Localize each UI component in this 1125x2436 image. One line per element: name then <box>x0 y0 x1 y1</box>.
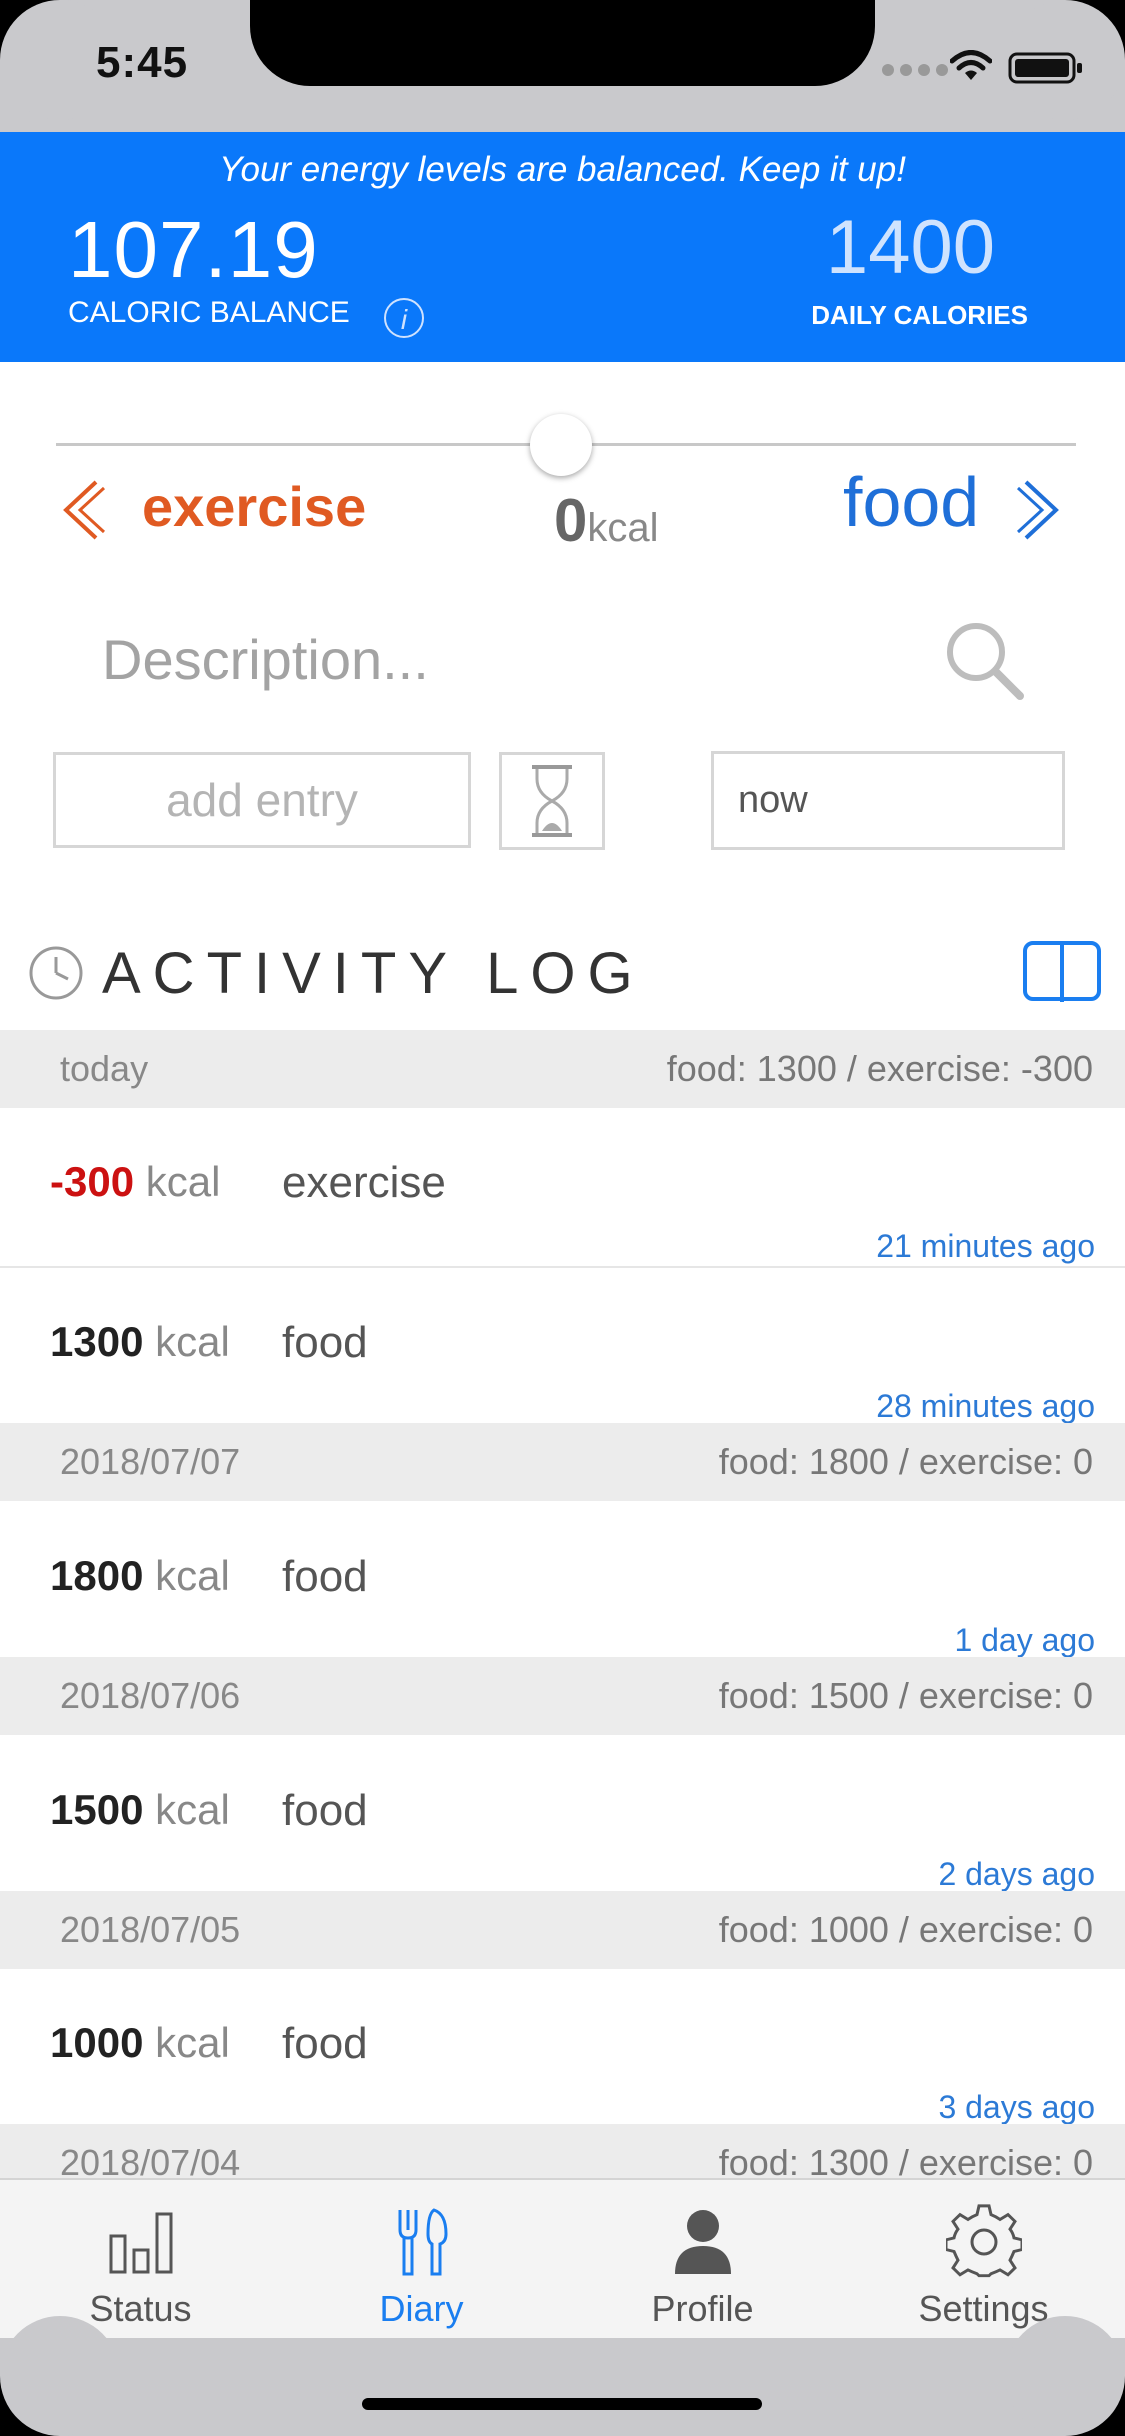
entry-unit: kcal <box>155 1786 230 1833</box>
entry-time-ago: 2 days ago <box>938 1856 1095 1892</box>
entry-unit: kcal <box>155 1552 230 1599</box>
log-entry[interactable]: 1500 kcal food 2 days ago <box>0 1738 1125 1896</box>
description-input[interactable] <box>100 618 824 700</box>
add-entry-button[interactable]: add entry <box>53 752 471 848</box>
entry-category: exercise <box>282 1158 446 1207</box>
tab-profile[interactable]: Profile <box>562 2190 843 2330</box>
tab-diary[interactable]: Diary <box>281 2190 562 2330</box>
device-notch <box>250 0 875 86</box>
status-time: 5:45 <box>96 38 189 87</box>
gear-icon <box>945 2204 1022 2278</box>
divider <box>0 1266 1125 1268</box>
entry-category: food <box>282 1786 368 1835</box>
log-entry[interactable]: -300 kcal exercise 21 minutes ago <box>0 1110 1125 1268</box>
entry-unit: kcal <box>155 1318 230 1365</box>
entry-time-ago: 3 days ago <box>938 2089 1095 2125</box>
chevron-right-icon[interactable] <box>1016 478 1064 542</box>
calorie-slider-thumb[interactable] <box>530 414 592 476</box>
caloric-balance-value: 107.19 <box>68 205 319 294</box>
entry-kcal: -300 <box>50 1158 135 1205</box>
food-label[interactable]: food <box>843 462 979 542</box>
screen-corner <box>1005 2316 1125 2436</box>
person-icon <box>674 2210 731 2274</box>
banner-message: Your energy levels are balanced. Keep it… <box>219 150 906 189</box>
info-icon[interactable]: i <box>384 298 424 338</box>
day-date: 2018/07/06 <box>60 1675 241 1716</box>
entry-time-ago: 21 minutes ago <box>876 1228 1095 1264</box>
home-indicator[interactable] <box>362 2398 762 2410</box>
clock-icon <box>29 946 83 1000</box>
tab-settings[interactable]: Settings <box>843 2190 1124 2330</box>
signal-icon <box>882 64 948 76</box>
book-icon[interactable] <box>1022 940 1102 1006</box>
tab-label: Diary <box>379 2288 464 2329</box>
day-summary: food: 1500 / exercise: 0 <box>718 1675 1093 1716</box>
fork-knife-icon <box>398 2208 448 2276</box>
entry-kcal: 1500 <box>50 1786 144 1833</box>
entry-category: food <box>282 1552 368 1601</box>
day-header: 2018/07/05 food: 1000 / exercise: 0 <box>0 1891 1125 1969</box>
energy-banner: Your energy levels are balanced. Keep it… <box>0 132 1125 362</box>
tab-bar: Status Diary Profile Settings <box>0 2178 1125 2340</box>
log-entry[interactable]: 1000 kcal food 3 days ago <box>0 1971 1125 2129</box>
log-entry[interactable]: 1300 kcal food 28 minutes ago <box>0 1270 1125 1428</box>
entry-category: food <box>282 2019 368 2068</box>
screen-corner <box>1005 0 1125 120</box>
day-date: today <box>60 1048 149 1089</box>
day-date: 2018/07/07 <box>60 1441 241 1482</box>
entry-kcal: 1000 <box>50 2019 144 2066</box>
log-entry[interactable]: 1800 kcal food 1 day ago <box>0 1504 1125 1662</box>
tab-label: Profile <box>651 2288 754 2329</box>
day-header: 2018/07/06 food: 1500 / exercise: 0 <box>0 1657 1125 1735</box>
entry-unit: kcal <box>145 1158 221 1205</box>
day-date: 2018/07/05 <box>60 1909 241 1950</box>
activity-log-title: ACTIVITY LOG <box>102 941 645 1006</box>
entry-time-ago: 1 day ago <box>954 1622 1095 1658</box>
day-summary: food: 1000 / exercise: 0 <box>718 1909 1093 1950</box>
day-summary: food: 1300 / exercise: -300 <box>666 1048 1093 1089</box>
bar-chart-icon <box>109 2212 172 2274</box>
tab-status[interactable]: Status <box>0 2190 281 2330</box>
screen-corner <box>0 2316 120 2436</box>
slider-kcal-unit: kcal <box>587 506 659 550</box>
daily-calories-label: DAILY CALORIES <box>811 300 1028 330</box>
slider-kcal-value: 0 <box>554 487 588 554</box>
wifi-icon <box>950 50 992 80</box>
screen-corner <box>0 0 120 120</box>
status-bar: 5:45 <box>0 0 1125 132</box>
battery-icon <box>1008 52 1082 84</box>
entry-unit: kcal <box>155 2019 230 2066</box>
day-summary: food: 1800 / exercise: 0 <box>718 1441 1093 1482</box>
entry-kcal: 1300 <box>50 1318 144 1365</box>
slider-kcal-readout: 0kcal <box>554 486 659 555</box>
search-icon[interactable] <box>940 616 1030 706</box>
home-bar-area <box>0 2316 1125 2436</box>
day-header: 2018/07/07 food: 1800 / exercise: 0 <box>0 1423 1125 1501</box>
hourglass-button[interactable] <box>499 752 605 850</box>
entry-kcal: 1800 <box>50 1552 144 1599</box>
entry-time-ago: 28 minutes ago <box>876 1388 1095 1424</box>
hourglass-icon <box>532 765 572 837</box>
time-input[interactable] <box>711 751 1065 850</box>
chevron-left-icon[interactable] <box>58 478 106 542</box>
caloric-balance-label: CALORIC BALANCE <box>68 296 350 329</box>
daily-calories-value: 1400 <box>825 205 995 290</box>
exercise-label[interactable]: exercise <box>142 474 366 539</box>
day-header: today food: 1300 / exercise: -300 <box>0 1030 1125 1108</box>
entry-category: food <box>282 1318 368 1367</box>
